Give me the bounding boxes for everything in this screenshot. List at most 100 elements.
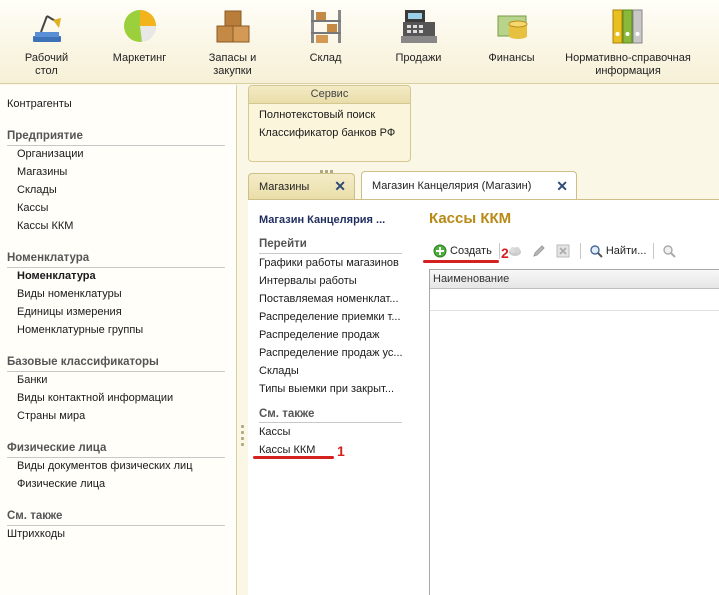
delete-icon bbox=[555, 243, 571, 259]
copy-icon bbox=[507, 243, 523, 259]
toolbar-separator bbox=[498, 243, 500, 259]
form-navigation-panel: Магазин Канцелярия ... Перейти Графики р… bbox=[248, 200, 408, 595]
sidebar-divider bbox=[7, 371, 225, 372]
section-reference-info-button[interactable]: Нормативно-справочная информация bbox=[558, 0, 698, 84]
sidebar-item-cash-desks[interactable]: Кассы bbox=[17, 202, 48, 214]
section-reference-info-label: Нормативно-справочная информация bbox=[565, 52, 691, 77]
desktop-lamp-icon bbox=[25, 4, 69, 48]
section-marketing-label: Маркетинг bbox=[112, 52, 167, 64]
nav-link-warehouses[interactable]: Склады bbox=[259, 365, 299, 377]
boxes-icon bbox=[211, 4, 255, 48]
nav-section-goto: Перейти bbox=[259, 238, 307, 250]
service-panel-title: Сервис bbox=[249, 86, 410, 104]
annotation-marker-2: 2 bbox=[501, 245, 509, 261]
section-desktop-button[interactable]: Рабочий стол bbox=[0, 0, 93, 84]
section-desktop-label: Рабочий стол bbox=[24, 52, 69, 77]
nav-form-title[interactable]: Магазин Канцелярия ... bbox=[259, 214, 385, 226]
sections-toolbar: Рабочий стол Маркетинг Запасы и закупки bbox=[0, 0, 719, 84]
sidebar-group-nomenclature: Номенклатура bbox=[7, 252, 90, 264]
sidebar-resize-grip[interactable] bbox=[241, 425, 244, 449]
warehouse-shelf-icon bbox=[304, 4, 348, 48]
tab-stores[interactable]: Магазины ✕ bbox=[248, 173, 355, 199]
sidebar-divider bbox=[7, 457, 225, 458]
section-marketing-button[interactable]: Маркетинг bbox=[93, 0, 186, 84]
delete-button[interactable] bbox=[552, 241, 576, 261]
service-fulltext-search-link[interactable]: Полнотекстовый поиск bbox=[259, 109, 375, 121]
sidebar-item-individuals[interactable]: Физические лица bbox=[17, 478, 105, 490]
nav-link-supplied-nomenclature[interactable]: Поставляемая номенклат... bbox=[259, 293, 399, 305]
sidebar-item-nomenclature-types[interactable]: Виды номенклатуры bbox=[17, 288, 122, 300]
sidebar-item-nomenclature[interactable]: Номенклатура bbox=[17, 270, 96, 282]
nav-link-store-schedules[interactable]: Графики работы магазинов bbox=[259, 257, 399, 269]
pie-chart-icon bbox=[118, 4, 162, 48]
nav-link-work-intervals[interactable]: Интервалы работы bbox=[259, 275, 357, 287]
service-panel: Сервис Полнотекстовый поиск Классификато… bbox=[248, 85, 411, 162]
service-bank-classifier-link[interactable]: Классификатор банков РФ bbox=[259, 127, 395, 139]
sidebar-item-id-document-types[interactable]: Виды документов физических лиц bbox=[17, 460, 193, 472]
section-warehouse-button[interactable]: Склад bbox=[279, 0, 372, 84]
section-warehouse-label: Склад bbox=[309, 52, 342, 64]
sidebar-group-base-classifiers: Базовые классификаторы bbox=[7, 356, 159, 368]
sidebar-item-barcodes[interactable]: Штрихкоды bbox=[7, 528, 65, 540]
sidebar-group-enterprise: Предприятие bbox=[7, 130, 83, 142]
section-stocks-button[interactable]: Запасы и закупки bbox=[186, 0, 279, 84]
tab-store-kanc[interactable]: Магазин Канцелярия (Магазин) ✕ bbox=[361, 171, 577, 200]
section-sales-button[interactable]: Продажи bbox=[372, 0, 465, 84]
nav-link-withdrawal-types[interactable]: Типы выемки при закрыт... bbox=[259, 383, 394, 395]
sidebar-item-countries[interactable]: Страны мира bbox=[17, 410, 85, 422]
section-sales-label: Продажи bbox=[395, 52, 442, 64]
sidebar-divider bbox=[7, 145, 225, 146]
cancel-search-button[interactable] bbox=[658, 241, 682, 261]
nav-link-kkm-cash-desks[interactable]: Кассы ККМ bbox=[259, 444, 315, 456]
column-header-name[interactable]: Наименование bbox=[430, 270, 719, 289]
sidebar-item-nomenclature-groups[interactable]: Номенклатурные группы bbox=[17, 324, 143, 336]
sidebar-group-individuals: Физические лица bbox=[7, 442, 107, 454]
search-cancel-icon bbox=[661, 243, 677, 259]
create-button[interactable]: Создать bbox=[429, 241, 495, 261]
page-title: Кассы ККМ bbox=[429, 210, 512, 227]
binders-icon bbox=[606, 4, 650, 48]
sidebar-divider bbox=[7, 525, 225, 526]
sidebar-item-organizations[interactable]: Организации bbox=[17, 148, 84, 160]
sidebar-item-counterparties[interactable]: Контрагенты bbox=[7, 98, 72, 110]
sidebar-item-stores[interactable]: Магазины bbox=[17, 166, 67, 178]
nav-link-sales-distribution[interactable]: Распределение продаж bbox=[259, 329, 379, 341]
nav-divider bbox=[259, 253, 402, 254]
close-icon[interactable]: ✕ bbox=[556, 179, 568, 193]
nav-link-cash-desks[interactable]: Кассы bbox=[259, 426, 290, 438]
nav-link-sales-distribution-services[interactable]: Распределение продаж ус... bbox=[259, 347, 403, 359]
toolbar-separator bbox=[653, 243, 655, 259]
table-row[interactable] bbox=[430, 289, 719, 311]
annotation-underline-1 bbox=[253, 456, 334, 459]
find-button-label: Найти... bbox=[605, 245, 647, 257]
annotation-underline-2 bbox=[423, 260, 499, 263]
nav-divider bbox=[259, 422, 402, 423]
section-stocks-label: Запасы и закупки bbox=[208, 52, 257, 77]
nav-link-acceptance-distribution[interactable]: Распределение приемки т... bbox=[259, 311, 401, 323]
find-button[interactable]: Найти... bbox=[585, 241, 650, 261]
search-icon bbox=[588, 243, 604, 259]
nav-section-see-also: См. также bbox=[259, 408, 315, 420]
sidebar-item-kkm-cash-desks[interactable]: Кассы ККМ bbox=[17, 220, 73, 232]
toolbar-separator bbox=[579, 243, 581, 259]
annotation-marker-1: 1 bbox=[337, 443, 345, 459]
sidebar-item-contact-info-types[interactable]: Виды контактной информации bbox=[17, 392, 173, 404]
tab-store-kanc-label: Магазин Канцелярия (Магазин) bbox=[372, 180, 532, 192]
sidebar-item-units[interactable]: Единицы измерения bbox=[17, 306, 122, 318]
sidebar-group-see-also: См. также bbox=[7, 510, 63, 522]
kkm-list-table[interactable]: Наименование bbox=[429, 269, 719, 595]
command-bar: Создать Найти... bbox=[429, 240, 682, 262]
edit-button[interactable] bbox=[528, 241, 552, 261]
form-area: Магазин Канцелярия ... Перейти Графики р… bbox=[248, 199, 719, 595]
close-icon[interactable]: ✕ bbox=[334, 179, 346, 193]
sidebar-item-banks[interactable]: Банки bbox=[17, 374, 47, 386]
cash-register-icon bbox=[397, 4, 441, 48]
section-finance-button[interactable]: Финансы bbox=[465, 0, 558, 84]
tab-stores-label: Магазины bbox=[259, 180, 310, 193]
sidebar: Контрагенты Предприятие Организации Мага… bbox=[0, 85, 237, 595]
section-finance-label: Финансы bbox=[488, 52, 535, 64]
create-button-label: Создать bbox=[450, 245, 492, 257]
sidebar-divider bbox=[7, 267, 225, 268]
sidebar-item-warehouses[interactable]: Склады bbox=[17, 184, 57, 196]
pencil-icon bbox=[531, 243, 547, 259]
